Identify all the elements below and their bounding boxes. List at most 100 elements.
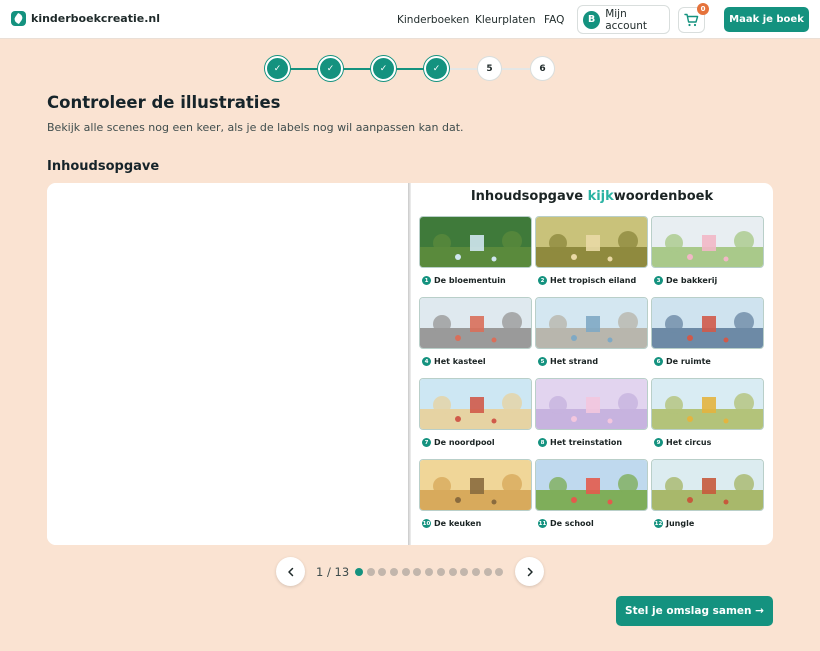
avatar: B xyxy=(583,10,601,29)
scene-label: Het tropisch eiland xyxy=(550,276,637,285)
step-6: 6 xyxy=(530,56,555,81)
scene-number-badge: 6 xyxy=(654,357,663,366)
make-book-button[interactable]: Maak je boek xyxy=(724,7,809,32)
nav-link-faq[interactable]: FAQ xyxy=(544,14,564,26)
book-title-end: woordenboek xyxy=(613,189,714,204)
scene-caption: 10 De keuken xyxy=(422,519,481,528)
scene-card[interactable]: 7 De noordpool xyxy=(419,378,532,457)
book-title-start: Inhoudsopgave xyxy=(470,189,588,204)
page-dot[interactable] xyxy=(413,568,422,576)
scene-card[interactable]: 6 De ruimte xyxy=(651,297,764,376)
compose-cover-button[interactable]: Stel je omslag samen → xyxy=(616,596,773,626)
scene-card[interactable]: 8 Het treinstation xyxy=(535,378,648,457)
scene-number-badge: 9 xyxy=(654,438,663,447)
scene-number-badge: 4 xyxy=(422,357,431,366)
scene-label: Het treinstation xyxy=(550,438,623,447)
page-dot[interactable] xyxy=(495,568,504,576)
page-counter: 1 / 13 xyxy=(316,565,350,579)
scene-illustration xyxy=(651,216,764,268)
scene-card[interactable]: 11 De school xyxy=(535,459,648,538)
scene-number-badge: 2 xyxy=(538,276,547,285)
nav-link-kleurplaten[interactable]: Kleurplaten xyxy=(475,14,535,26)
scene-caption: 2 Het tropisch eiland xyxy=(538,276,636,285)
section-title: Inhoudsopgave xyxy=(47,159,160,174)
book-left-page xyxy=(47,183,408,545)
step-4[interactable]: ✓ xyxy=(424,56,449,81)
page-subtitle: Bekijk alle scenes nog een keer, als je … xyxy=(47,121,464,134)
step-connector xyxy=(289,68,319,70)
scene-card[interactable]: 1 De bloementuin xyxy=(419,216,532,295)
page-dot[interactable] xyxy=(436,568,445,576)
scene-label: De school xyxy=(550,519,594,528)
scene-caption: 11 De school xyxy=(538,519,594,528)
page-dot[interactable] xyxy=(460,568,469,576)
scene-number-badge: 1 xyxy=(422,276,431,285)
scene-label: De ruimte xyxy=(666,357,711,366)
scene-illustration xyxy=(651,378,764,430)
page-dot[interactable] xyxy=(378,568,387,576)
scene-illustration xyxy=(419,297,532,349)
account-button[interactable]: B Mijn account xyxy=(577,5,670,34)
scene-card[interactable]: 2 Het tropisch eiland xyxy=(535,216,648,295)
scene-caption: 4 Het kasteel xyxy=(422,357,486,366)
page-dot[interactable] xyxy=(448,568,457,576)
step-connector xyxy=(501,68,531,70)
step-connector xyxy=(395,68,425,70)
page-dot[interactable] xyxy=(401,568,410,576)
scene-caption: 9 Het circus xyxy=(654,438,711,447)
scene-label: Het strand xyxy=(550,357,599,366)
scene-number-badge: 7 xyxy=(422,438,431,447)
scene-label: De keuken xyxy=(434,519,482,528)
scene-number-badge: 3 xyxy=(654,276,663,285)
book-preview: Inhoudsopgave kijkwoordenboek 1 De bloeme… xyxy=(47,183,773,545)
scene-illustration xyxy=(535,459,648,511)
cart-icon xyxy=(684,13,699,27)
page-dots xyxy=(355,568,504,576)
book-page-title: Inhoudsopgave kijkwoordenboek xyxy=(411,189,773,204)
scene-label: Het circus xyxy=(666,438,712,447)
logo[interactable]: kinderboekcreatie.nl xyxy=(11,11,160,26)
cart-count-badge: 0 xyxy=(697,3,709,15)
scene-caption: 5 Het strand xyxy=(538,357,598,366)
step-connector xyxy=(448,68,478,70)
chevron-left-icon xyxy=(287,567,293,576)
scene-number-badge: 10 xyxy=(422,519,431,528)
page-dot[interactable] xyxy=(366,568,375,576)
previous-page-button[interactable] xyxy=(276,557,305,586)
nav-link-kinderboeken[interactable]: Kinderboeken xyxy=(397,14,469,26)
account-label: Mijn account xyxy=(605,7,648,32)
step-5: 5 xyxy=(477,56,502,81)
scene-number-badge: 5 xyxy=(538,357,547,366)
progress-stepper: ✓ ✓ ✓ ✓ 5 6 xyxy=(265,56,555,82)
book-title-accent: kijk xyxy=(587,189,614,204)
scene-illustration xyxy=(535,216,648,268)
scene-label: Het kasteel xyxy=(434,357,486,366)
page-title: Controleer de illustraties xyxy=(47,93,281,112)
scene-card[interactable]: 5 Het strand xyxy=(535,297,648,376)
next-page-button[interactable] xyxy=(515,557,544,586)
scene-card[interactable]: 9 Het circus xyxy=(651,378,764,457)
scene-number-badge: 11 xyxy=(538,519,547,528)
logo-text: kinderboekcreatie.nl xyxy=(31,12,160,25)
scene-card[interactable]: 12 Jungle xyxy=(651,459,764,538)
step-3[interactable]: ✓ xyxy=(371,56,396,81)
page-dot[interactable] xyxy=(390,568,399,576)
page-dot[interactable] xyxy=(483,568,492,576)
scene-illustration xyxy=(419,459,532,511)
scene-card[interactable]: 3 De bakkerij xyxy=(651,216,764,295)
step-1[interactable]: ✓ xyxy=(265,56,290,81)
cart-button[interactable]: 0 xyxy=(678,3,709,33)
scene-label: De noordpool xyxy=(434,438,495,447)
scene-caption: 8 Het treinstation xyxy=(538,438,622,447)
page-dot[interactable] xyxy=(471,568,480,576)
scene-illustration xyxy=(419,378,532,430)
scene-card[interactable]: 4 Het kasteel xyxy=(419,297,532,376)
step-2[interactable]: ✓ xyxy=(318,56,343,81)
scene-card[interactable]: 10 De keuken xyxy=(419,459,532,538)
chevron-right-icon xyxy=(527,567,533,576)
scene-label: Jungle xyxy=(666,519,695,528)
book-spine xyxy=(408,183,411,545)
scene-caption: 6 De ruimte xyxy=(654,357,711,366)
page-dot[interactable] xyxy=(355,568,363,576)
page-dot[interactable] xyxy=(425,568,434,576)
